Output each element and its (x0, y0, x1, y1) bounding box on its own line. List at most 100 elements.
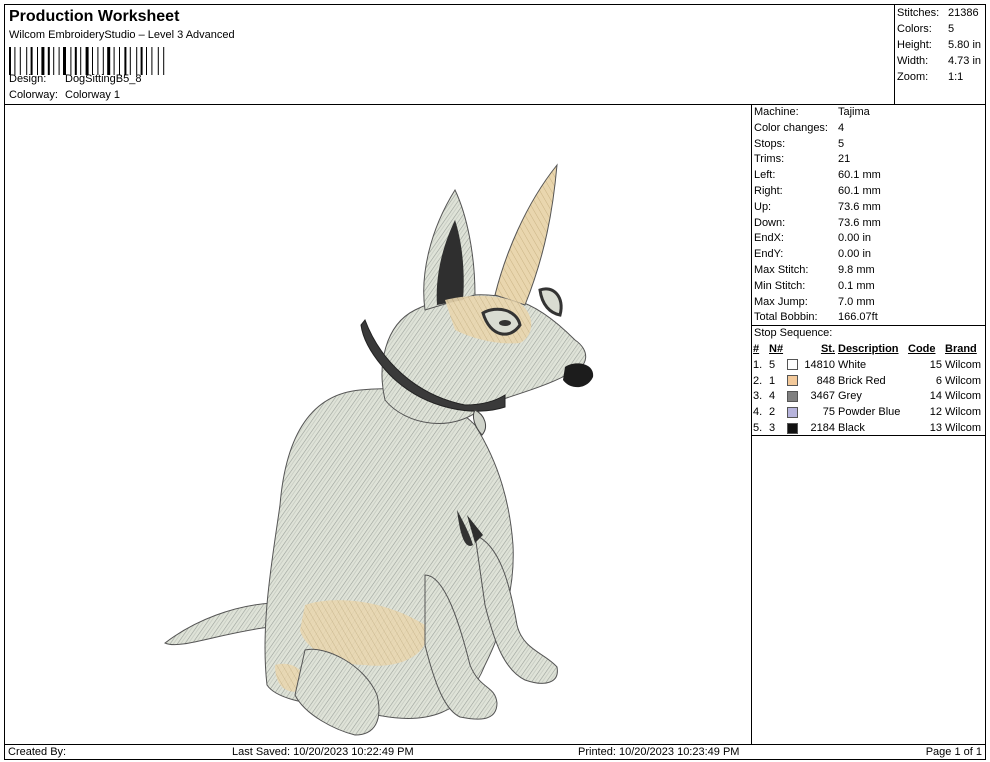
thread-brand: Wilcom (945, 390, 982, 403)
summary-label: Zoom: (897, 71, 929, 83)
info-row: Min Stitch: 0.1 mm (754, 279, 986, 295)
col-description: Description (838, 343, 899, 355)
design-value: DogSittingB5_8 (65, 73, 142, 85)
info-label: Stops: (754, 137, 786, 150)
table-row: 3. 4 3467 Grey 14 Wilcom (753, 389, 981, 405)
colorway-label: Colorway: (9, 89, 58, 101)
info-label: Up: (754, 200, 772, 213)
barcode-bar (102, 47, 104, 75)
col-stitches: St. (820, 343, 835, 355)
col-num: # (753, 343, 760, 355)
row-number: 4. (753, 406, 763, 419)
info-row: EndX: 0.00 in (754, 231, 986, 247)
last-saved: Last Saved: 10/20/2023 10:22:49 PM (232, 746, 414, 758)
info-label: Trims: (754, 153, 785, 166)
swatch-chip (787, 422, 798, 434)
barcode-bar (146, 47, 147, 75)
barcode-bar (26, 47, 28, 75)
page-title: Production Worksheet (9, 8, 180, 25)
info-label: Min Stitch: (754, 279, 806, 292)
info-label: EndY: (754, 248, 784, 261)
summary-value: 5 (948, 23, 955, 35)
needle-number: 3 (769, 421, 776, 434)
barcode-bar (53, 47, 55, 75)
color-code: 6 (935, 374, 942, 387)
page-number: Page 1 of 1 (925, 746, 982, 758)
color-description: Brick Red (838, 374, 886, 387)
stop-table-header: # N# St. Description Code Brand (753, 342, 981, 358)
info-row: EndY: 0.00 in (754, 247, 986, 263)
colorway-value: Colorway 1 (65, 89, 121, 101)
info-value: 166.07ft (838, 311, 878, 324)
col-code: Code (908, 343, 936, 355)
barcode-bar (58, 47, 60, 75)
info-row: Trims: 21 (754, 152, 986, 168)
barcode-bar (163, 47, 165, 75)
swatch-chip (787, 406, 798, 418)
info-label: Max Stitch: (754, 263, 809, 276)
summary-width: Width: 4.73 in (897, 53, 985, 69)
info-label: Left: (754, 169, 776, 182)
created-by: Created By: (8, 746, 67, 758)
color-swatch (787, 374, 801, 390)
barcode (9, 47, 165, 75)
info-value: 0.00 in (838, 248, 872, 261)
stop-sequence: Stop Sequence: # N# St. Description Code… (751, 325, 986, 436)
barcode-bar (136, 47, 138, 75)
info-value: 73.6 mm (838, 200, 881, 213)
col-swatch (787, 342, 801, 358)
table-row: 4. 2 75 Powder Blue 12 Wilcom (753, 405, 981, 421)
thread-brand: Wilcom (945, 374, 982, 387)
color-code: 13 (929, 421, 942, 434)
embroidery-design-preview (164, 163, 594, 736)
worksheet-header: Production Worksheet Wilcom EmbroiderySt… (5, 5, 895, 105)
info-row: Color changes: 4 (754, 121, 986, 137)
header-divider (894, 4, 895, 104)
color-code: 14 (929, 390, 942, 403)
info-value: 4 (838, 121, 845, 134)
info-row: Down: 73.6 mm (754, 216, 986, 232)
summary-label: Height: (897, 39, 932, 51)
table-row: 5. 3 2184 Black 13 Wilcom (753, 421, 981, 437)
needle-number: 2 (769, 406, 776, 419)
swatch-chip (787, 390, 798, 402)
info-row: Stops: 5 (754, 137, 986, 153)
info-row: Max Stitch: 9.8 mm (754, 263, 986, 279)
barcode-bar (30, 47, 33, 75)
thread-brand: Wilcom (945, 406, 982, 419)
color-code: 15 (929, 358, 942, 371)
barcode-bar (92, 47, 93, 75)
color-description: White (838, 358, 867, 371)
barcode-bar (129, 47, 131, 75)
thread-brand: Wilcom (945, 421, 982, 434)
info-row: Machine: Tajima (754, 105, 986, 121)
row-number: 5. (753, 421, 763, 434)
swatch-chip (787, 359, 798, 371)
barcode-bar (97, 47, 99, 75)
info-row: Right: 60.1 mm (754, 184, 986, 200)
color-description: Black (838, 421, 865, 434)
barcode-bar (85, 47, 89, 75)
machine-info: Machine: Tajima Color changes: 4 Stops: 5 Trim… (754, 105, 986, 326)
color-description: Grey (838, 390, 862, 403)
info-value: 0.1 mm (838, 279, 875, 292)
summary-label: Colors: (897, 23, 932, 35)
barcode-bar (47, 47, 50, 75)
info-value: 0.00 in (838, 232, 872, 245)
barcode-bar (140, 47, 143, 75)
info-value: 7.0 mm (838, 295, 875, 308)
color-swatch (787, 389, 801, 405)
color-code: 12 (929, 406, 942, 419)
summary-value: 1:1 (948, 71, 964, 83)
info-value: 5 (838, 137, 845, 150)
info-label: Color changes: (754, 121, 828, 134)
barcode-bar (157, 47, 159, 75)
stitch-count: 2184 (810, 421, 835, 434)
summary-value: 4.73 in (948, 55, 982, 67)
barcode-bar (63, 47, 66, 75)
barcode-bar (151, 47, 153, 75)
summary-zoom: Zoom: 1:1 (897, 69, 985, 85)
stitch-count: 75 (822, 406, 835, 419)
barcode-bar (74, 47, 77, 75)
info-row: Up: 73.6 mm (754, 200, 986, 216)
